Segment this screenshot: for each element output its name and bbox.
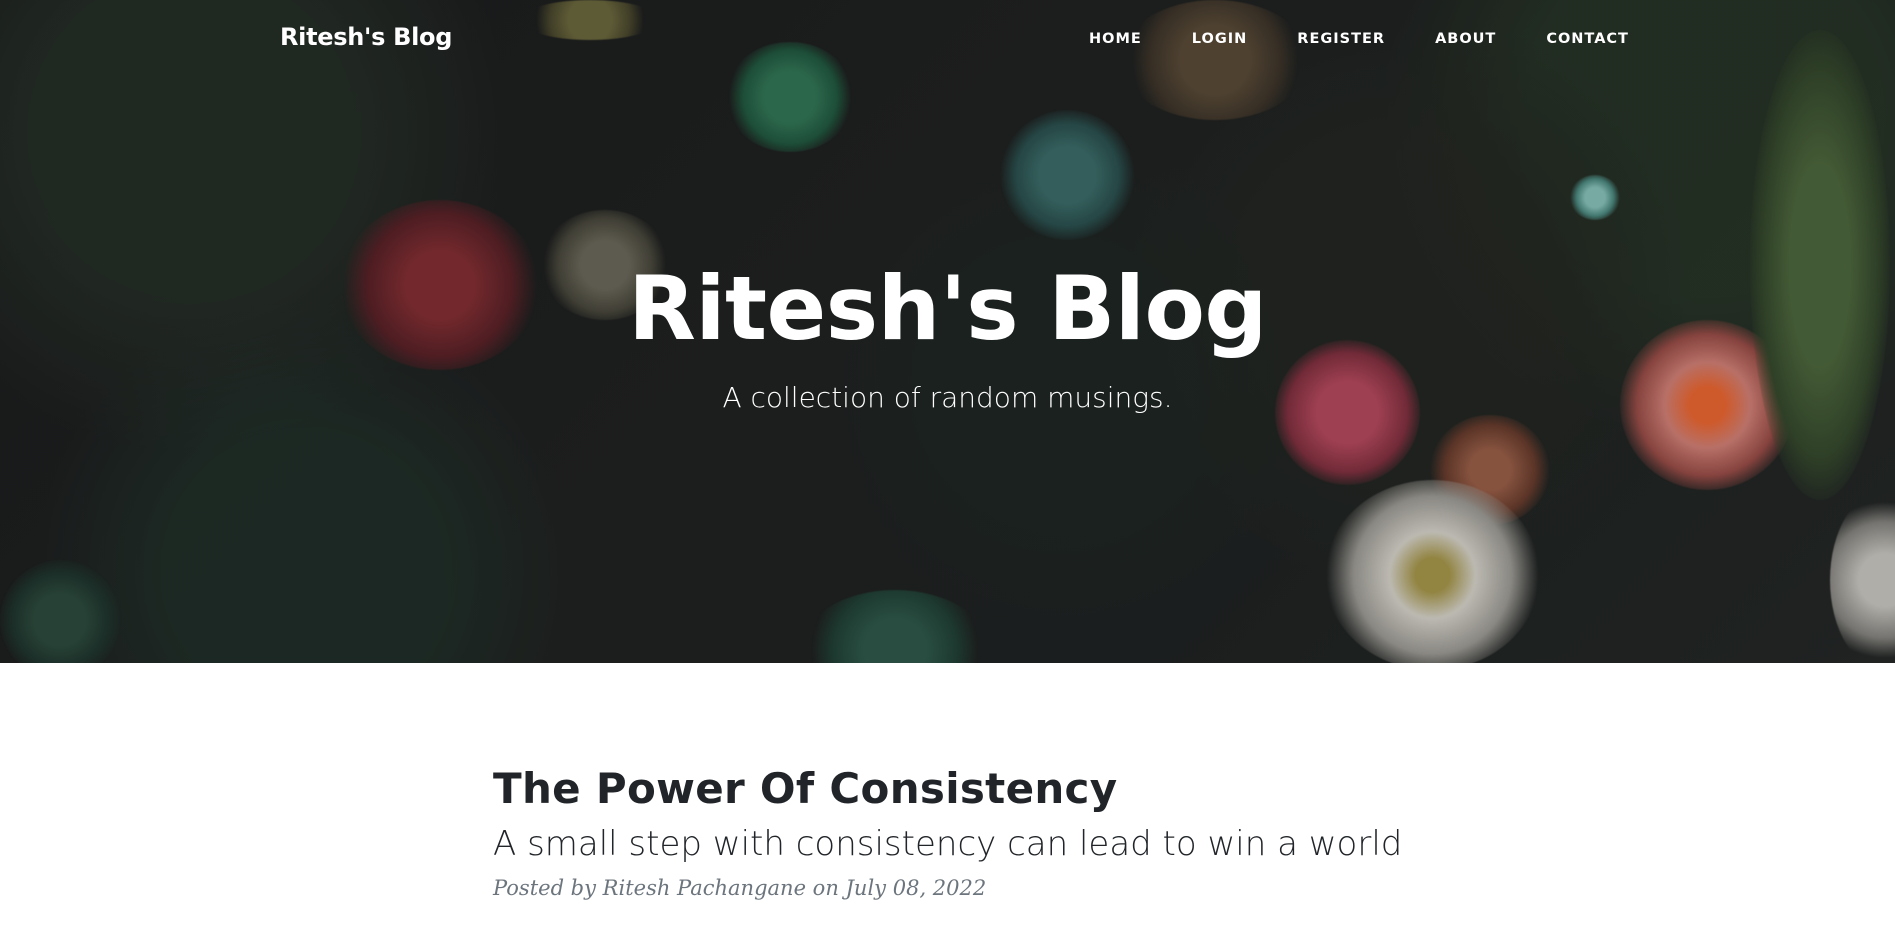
nav-link-about[interactable]: ABOUT: [1435, 31, 1496, 47]
nav-links: HOME LOGIN REGISTER ABOUT CONTACT: [1089, 31, 1629, 47]
hero-title: Ritesh's Blog: [628, 257, 1267, 360]
post-author-link[interactable]: Ritesh Pachangane: [603, 876, 806, 900]
post-meta-date: on July 08, 2022: [806, 876, 987, 900]
nav-link-login[interactable]: LOGIN: [1192, 31, 1247, 47]
nav-link-contact[interactable]: CONTACT: [1546, 31, 1629, 47]
navbar-brand[interactable]: Ritesh's Blog: [280, 23, 452, 51]
nav-link-register[interactable]: REGISTER: [1297, 31, 1385, 47]
post-title-link[interactable]: The Power Of Consistency: [493, 760, 1403, 818]
navbar: Ritesh's Blog HOME LOGIN REGISTER ABOUT …: [0, 0, 1895, 80]
post-subtitle: A small step with consistency can lead t…: [493, 824, 1403, 864]
post-preview: The Power Of Consistency A small step wi…: [493, 760, 1403, 902]
hero-subtitle: A collection of random musings.: [722, 381, 1173, 414]
post-meta-prefix: Posted by: [493, 876, 603, 900]
masthead: Ritesh's Blog HOME LOGIN REGISTER ABOUT …: [0, 0, 1895, 663]
nav-link-home[interactable]: HOME: [1089, 31, 1142, 47]
post-meta: Posted by Ritesh Pachangane on July 08, …: [493, 874, 1403, 902]
